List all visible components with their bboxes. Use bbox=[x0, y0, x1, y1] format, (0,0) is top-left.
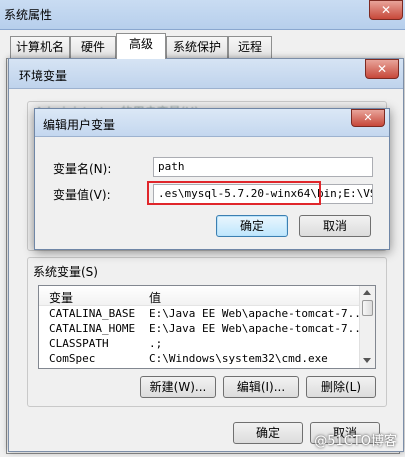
scroll-down-icon[interactable] bbox=[363, 358, 371, 363]
scroll-up-icon[interactable] bbox=[363, 290, 371, 295]
row-value: C:\Windows\system32\cmd.exe bbox=[149, 352, 328, 365]
edit-ok-button[interactable]: 确定 bbox=[216, 215, 288, 237]
table-row[interactable]: CATALINA_BASE E:\Java EE Web\apache-tomc… bbox=[39, 306, 375, 321]
row-name: CATALINA_HOME bbox=[49, 322, 136, 335]
edit-title: 编辑用户变量 bbox=[43, 118, 116, 132]
env-title: 环境变量 bbox=[19, 69, 68, 83]
list-header: 变量 值 bbox=[39, 286, 375, 306]
row-value: .; bbox=[149, 337, 163, 350]
edit-titlebar: 编辑用户变量 bbox=[35, 109, 389, 137]
row-value: E:\Java EE Web\apache-tomcat-7.... bbox=[149, 307, 375, 320]
row-name: CLASSPATH bbox=[49, 337, 109, 350]
variable-name-label: 变量名(N): bbox=[53, 162, 112, 176]
env-titlebar: 环境变量 bbox=[9, 59, 403, 89]
column-variable[interactable]: 变量 bbox=[49, 289, 73, 306]
table-row[interactable]: CLASSPATH .; bbox=[39, 336, 375, 351]
row-name: CATALINA_BASE bbox=[49, 307, 136, 320]
new-variable-button[interactable]: 新建(W)... bbox=[140, 376, 216, 398]
table-row[interactable]: CATALINA_HOME E:\Java EE Web\apache-tomc… bbox=[39, 321, 375, 336]
system-vars-list[interactable]: 变量 值 CATALINA_BASE E:\Java EE Web\apache… bbox=[38, 285, 376, 369]
tab-computer-name[interactable]: 计算机名 bbox=[10, 36, 70, 58]
tab-system-protection[interactable]: 系统保护 bbox=[166, 36, 228, 58]
env-close-button[interactable]: ✕ bbox=[365, 59, 399, 79]
delete-variable-button[interactable]: 删除(L) bbox=[306, 376, 376, 398]
tab-hardware[interactable]: 硬件 bbox=[70, 36, 116, 58]
table-row[interactable]: ComSpec C:\Windows\system32\cmd.exe bbox=[39, 351, 375, 366]
row-value: E:\Java EE Web\apache-tomcat-7.... bbox=[149, 322, 375, 335]
tab-remote[interactable]: 远程 bbox=[228, 36, 272, 58]
system-properties-titlebar: 系统属性 bbox=[0, 0, 405, 30]
variable-value-label: 变量值(V): bbox=[53, 188, 111, 202]
system-close-button[interactable]: ✕ bbox=[369, 0, 403, 20]
row-name: ComSpec bbox=[49, 352, 96, 365]
watermark: @51CTO博客 bbox=[314, 434, 397, 449]
system-properties-title: 系统属性 bbox=[4, 8, 53, 22]
system-vars-label: 系统变量(S) bbox=[31, 263, 100, 280]
highlight-box bbox=[147, 181, 321, 205]
edit-close-button[interactable]: ✕ bbox=[351, 109, 385, 127]
edit-user-variable-dialog: 编辑用户变量 ✕ 变量名(N): path 变量值(V): .es\mysql-… bbox=[34, 108, 390, 250]
edit-variable-button[interactable]: 编辑(I)... bbox=[223, 376, 299, 398]
column-value[interactable]: 值 bbox=[149, 289, 161, 306]
edit-cancel-button[interactable]: 取消 bbox=[299, 215, 371, 237]
tab-advanced[interactable]: 高级 bbox=[116, 33, 166, 59]
scroll-thumb[interactable] bbox=[362, 300, 373, 316]
env-ok-button[interactable]: 确定 bbox=[233, 422, 303, 444]
variable-name-field[interactable]: path bbox=[153, 157, 373, 177]
list-scrollbar[interactable] bbox=[359, 286, 375, 368]
